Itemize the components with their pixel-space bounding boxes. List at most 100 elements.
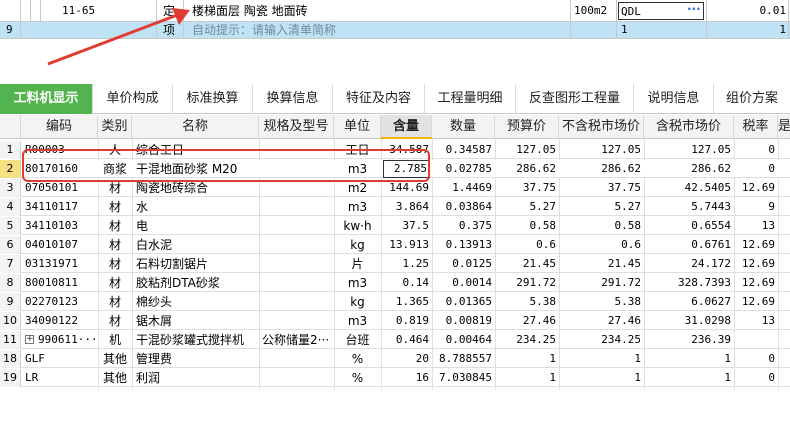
quota-expr-field[interactable]: QDL ··· <box>618 2 704 20</box>
tab-pricing-scheme[interactable]: 组价方案 <box>714 84 790 114</box>
table-header: 编码 类别 名称 规格及型号 单位 含量 数量 预算价 不含税市场价 含税市场价… <box>0 115 790 139</box>
cell-quantity: 0.00819 <box>445 314 492 327</box>
cell-tax-market: 0.6554 <box>691 219 731 232</box>
cell-budget: 5.38 <box>529 295 557 308</box>
row-number: 1 <box>0 141 21 159</box>
item-qty: 1 <box>779 23 786 36</box>
cell-market: 286.62 <box>601 162 641 175</box>
cell-rate <box>734 331 775 349</box>
row-number: 8 <box>0 274 21 292</box>
col-tax-rate[interactable]: 税率 <box>734 115 778 139</box>
cell-quantity: 0.03864 <box>445 200 492 213</box>
tab-quantity-detail[interactable]: 工程量明细 <box>425 84 516 114</box>
table-row[interactable]: 9 02270123 材 棉纱头 kg 1.365 0.01365 5.38 5… <box>0 293 790 311</box>
col-quantity[interactable]: 数量 <box>432 115 495 139</box>
cell-rate: 9 <box>768 200 775 213</box>
cell-name: 利润 <box>136 371 161 385</box>
tab-description[interactable]: 说明信息 <box>634 84 714 114</box>
cell-content: 1.365 <box>395 295 429 308</box>
cell-tax-market: 24.172 <box>691 257 731 270</box>
col-unit[interactable]: 单位 <box>334 115 381 139</box>
cell-rate: 12.69 <box>741 295 775 308</box>
table-row[interactable]: 10 34090122 材 锯木屑 m3 0.819 0.00819 27.46… <box>0 312 790 330</box>
table-row[interactable]: 8 80010811 材 胶粘剂DTA砂浆 m3 0.14 0.0014 291… <box>0 274 790 292</box>
col-name[interactable]: 名称 <box>132 115 259 139</box>
row-number: 10 <box>0 312 21 330</box>
row-number: 18 <box>0 350 21 368</box>
cell-budget: 0.6 <box>536 238 556 251</box>
cell-spec: 公称储量2··· <box>262 333 330 347</box>
cell-rate: 0 <box>768 352 775 365</box>
cell-tax-market: 1 <box>724 371 731 384</box>
col-code[interactable]: 编码 <box>21 115 98 139</box>
table-row[interactable]: 4 34110117 材 水 m3 3.864 0.03864 5.27 5.2… <box>0 198 790 216</box>
col-spec[interactable]: 规格及型号 <box>259 115 334 139</box>
table-row[interactable]: 18 GLF 其他 管理费 % 20 8.788557 1 1 1 0 <box>0 350 790 368</box>
cell-type: 材 <box>108 200 121 214</box>
cell-content: 0.14 <box>402 276 430 289</box>
item-expr: 1 <box>621 23 628 36</box>
table-row[interactable]: 5 34110103 材 电 kw·h 37.5 0.375 0.58 0.58… <box>0 217 790 235</box>
cell-rate: 12.69 <box>741 181 775 194</box>
cell-budget: 27.46 <box>522 314 556 327</box>
cell-tax-market: 236.39 <box>691 333 731 346</box>
more-ellipsis-icon[interactable]: ··· <box>687 0 701 18</box>
cell-quantity: 1.4469 <box>452 181 492 194</box>
col-flag[interactable]: 是 <box>778 115 790 139</box>
cell-unit: kg <box>350 238 365 252</box>
quota-qty: 0.01 <box>759 4 787 17</box>
tab-standard-conversion[interactable]: 标准换算 <box>173 84 253 114</box>
tab-conversion-info[interactable]: 换算信息 <box>253 84 333 114</box>
cell-type: 材 <box>108 295 121 309</box>
col-budget-price[interactable]: 预算价 <box>495 115 559 139</box>
tab-labor-material[interactable]: 工料机显示 <box>0 84 93 114</box>
cell-content: 20 <box>415 352 429 365</box>
tab-features[interactable]: 特征及内容 <box>333 84 425 114</box>
tab-unit-price[interactable]: 单价构成 <box>93 84 173 114</box>
col-market-price-incl[interactable]: 含税市场价 <box>644 115 734 139</box>
tab-reverse-lookup[interactable]: 反查图形工程量 <box>516 84 634 114</box>
cell-budget: 5.27 <box>529 200 557 213</box>
col-type[interactable]: 类别 <box>98 115 132 139</box>
cell-market: 1 <box>634 352 641 365</box>
cell-market: 21.45 <box>607 257 641 270</box>
cell-rate: 12.69 <box>741 276 775 289</box>
cell-name: 白水泥 <box>136 238 173 252</box>
row-number: 7 <box>0 255 21 273</box>
cell-market: 234.25 <box>601 333 641 346</box>
table-row[interactable]: 6 04010107 材 白水泥 kg 13.913 0.13913 0.6 0… <box>0 236 790 254</box>
cell-content: 0.819 <box>395 314 429 327</box>
table-row-expandable[interactable]: 11 + 990611··· 机 干混砂浆罐式搅拌机 公称储量2··· 台班 0… <box>0 331 790 349</box>
cell-market: 0.6 <box>621 238 641 251</box>
cell-rate: 12.69 <box>741 238 775 251</box>
row-number: 9 <box>0 293 21 311</box>
col-market-price-excl[interactable]: 不含税市场价 <box>559 115 644 139</box>
col-content[interactable]: 含量 <box>381 115 432 139</box>
cell-type: 材 <box>108 219 121 233</box>
table-row[interactable]: 19 LR 其他 利润 % 16 7.030845 1 1 1 0 <box>0 369 790 387</box>
cell-tax-market: 328.7393 <box>678 276 731 289</box>
cell-market: 0.58 <box>614 219 642 232</box>
cell-market: 27.46 <box>607 314 641 327</box>
cell-name: 水 <box>136 200 149 214</box>
cell-name: 电 <box>136 219 149 233</box>
row-number: 6 <box>0 236 21 254</box>
cell-rate: 13 <box>761 314 775 327</box>
cell-code: 03131971 <box>25 257 78 270</box>
cell-name: 干混砂浆罐式搅拌机 <box>136 333 245 347</box>
table-row[interactable]: 7 03131971 材 石料切割锯片 片 1.25 0.0125 21.45 … <box>0 255 790 273</box>
cell-type: 材 <box>108 238 121 252</box>
cell-tax-market: 31.0298 <box>684 314 731 327</box>
cell-name: 管理费 <box>136 352 173 366</box>
cell-name: 棉纱头 <box>136 295 173 309</box>
cell-unit: kw·h <box>343 219 372 233</box>
quota-unit: 100m2 <box>574 4 608 17</box>
cell-quantity: 7.030845 <box>439 371 492 384</box>
cell-code: 34110103 <box>25 219 78 232</box>
cell-tax-market: 5.7443 <box>691 200 731 213</box>
cell-quantity: 0.01365 <box>445 295 492 308</box>
row-number: 4 <box>0 198 21 216</box>
expand-plus-icon[interactable]: + <box>25 335 34 344</box>
quota-expr-value: QDL <box>621 5 641 18</box>
cell-code: GLF <box>25 352 45 365</box>
